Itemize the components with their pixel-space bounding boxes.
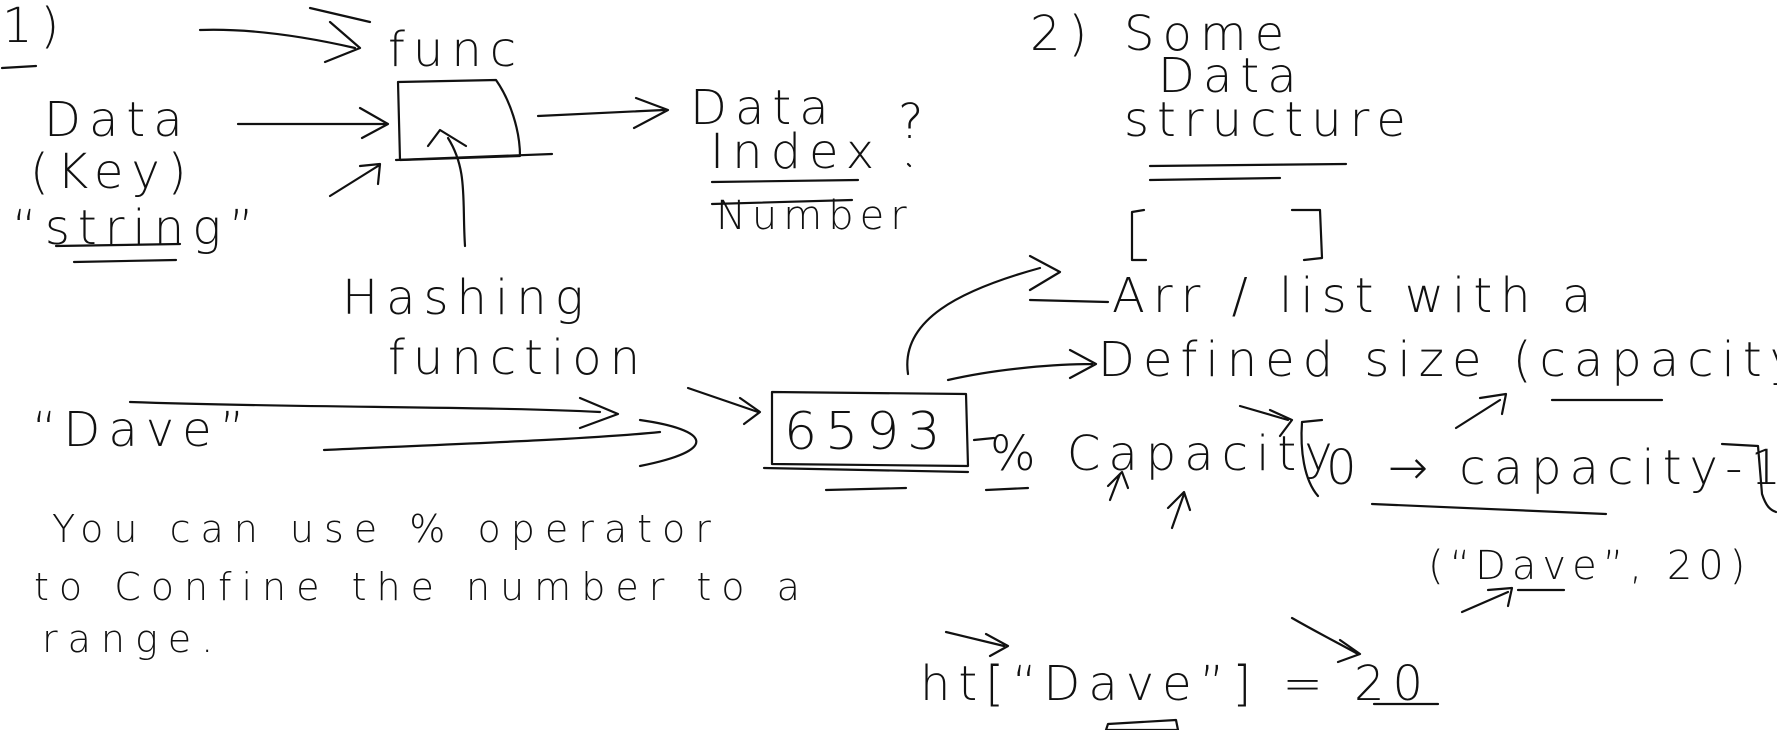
pair-arrow bbox=[1460, 586, 1514, 614]
range-underline bbox=[1370, 502, 1608, 516]
hash-box-base bbox=[762, 466, 970, 492]
assignment-text: ht[“Dave”] = 20 bbox=[920, 656, 1432, 712]
arr-box bbox=[1130, 208, 1324, 262]
range-text: 0 → capacity-1 bbox=[1326, 440, 1777, 496]
data-label: Data bbox=[44, 92, 191, 148]
arrow-to-6593 bbox=[686, 386, 762, 426]
index-label: Index bbox=[710, 124, 883, 180]
section-2-number: 2) bbox=[1030, 6, 1096, 62]
dave-input: “Dave” bbox=[32, 402, 253, 458]
string-label: “string” bbox=[12, 200, 262, 256]
mod-underline bbox=[984, 486, 1030, 492]
hash-value: 6593 bbox=[784, 402, 949, 462]
arrow-dave-to-hash-2 bbox=[322, 418, 698, 468]
section-1-number: 1) bbox=[2, 0, 68, 54]
mod-capacity: % Capacity bbox=[990, 426, 1341, 482]
func-box-base bbox=[394, 152, 554, 162]
bottom-mark bbox=[1104, 718, 1180, 730]
question-mark: ? bbox=[898, 94, 932, 150]
whiteboard-canvas: 1) func Data (Key) “string” Data Index ?… bbox=[0, 0, 1777, 730]
func-label: func bbox=[388, 22, 525, 78]
key-label: (Key) bbox=[30, 144, 195, 200]
capacity-up-arrow-2 bbox=[1166, 490, 1192, 530]
note-line-3: range. bbox=[42, 617, 224, 661]
arrow-6593-to-arr bbox=[906, 254, 1110, 376]
arrow-to-assignment-left bbox=[944, 630, 1010, 658]
underline-structure bbox=[1148, 162, 1348, 182]
capacity-arrow bbox=[1454, 392, 1508, 430]
pair-text: (“Dave”, 20) bbox=[1428, 543, 1752, 589]
arrow-data-to-func bbox=[236, 106, 390, 140]
number-label: Number bbox=[716, 193, 913, 239]
arrow-func-to-index bbox=[536, 96, 670, 130]
defined-size-label: Defined size (capacity) bbox=[1098, 332, 1777, 388]
hashing-label-1: Hashing bbox=[342, 270, 592, 326]
hashing-label-2: function bbox=[388, 330, 649, 386]
func-box bbox=[396, 78, 522, 162]
underline-1 bbox=[0, 64, 38, 70]
title-structure: structure bbox=[1124, 92, 1414, 148]
note-line-1: You can use % operator bbox=[52, 507, 721, 551]
arr-list-label: Arr / list with a bbox=[1112, 268, 1600, 324]
question-dot bbox=[906, 162, 912, 168]
note-line-2: to Confine the number to a bbox=[34, 565, 810, 609]
arrow-top-to-func bbox=[198, 6, 372, 64]
arrow-hashing-up bbox=[426, 128, 468, 248]
arrow-6593-to-defined bbox=[946, 348, 1098, 382]
arrow-left-into-func bbox=[328, 162, 382, 198]
